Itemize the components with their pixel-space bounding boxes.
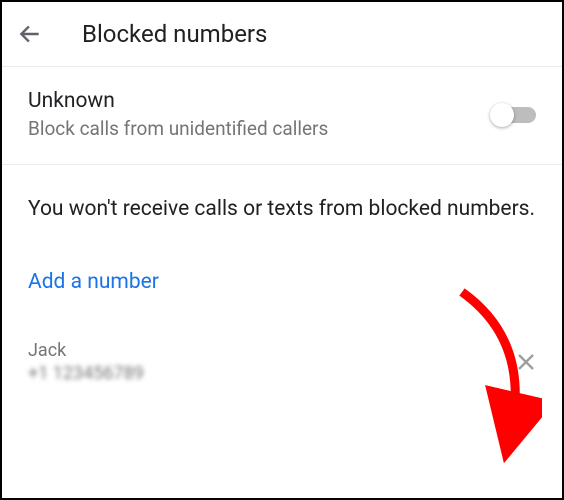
blocked-name: Jack (28, 340, 144, 361)
unknown-title: Unknown (28, 89, 480, 113)
info-text: You won't receive calls or texts from bl… (2, 165, 562, 236)
unknown-callers-row[interactable]: Unknown Block calls from unidentified ca… (2, 67, 562, 165)
blocked-entry: Jack +1 123456789 (2, 314, 562, 394)
unknown-subtitle: Block calls from unidentified callers (28, 117, 480, 140)
blocked-number: +1 123456789 (28, 363, 144, 384)
toggle-knob (490, 103, 514, 127)
close-icon (514, 350, 538, 374)
add-number-button[interactable]: Add a number (2, 236, 562, 314)
arrow-back-icon (17, 21, 43, 47)
back-button[interactable] (16, 20, 44, 48)
page-title: Blocked numbers (82, 20, 267, 48)
remove-blocked-button[interactable] (512, 348, 540, 376)
unknown-toggle[interactable] (492, 107, 536, 123)
